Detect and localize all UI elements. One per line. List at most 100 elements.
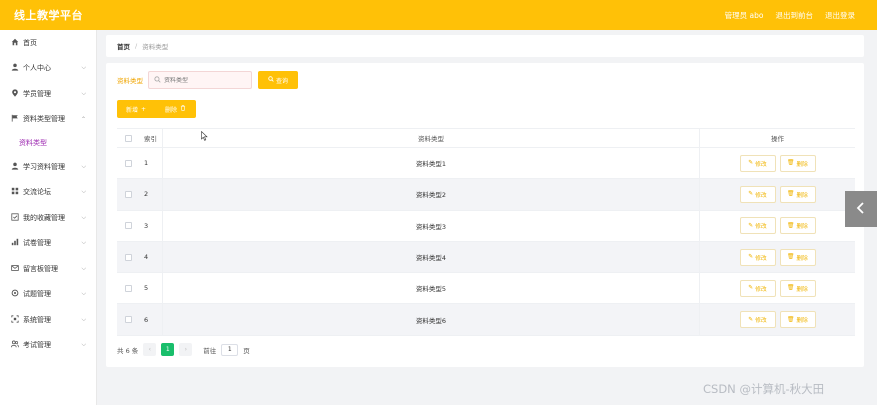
delete-button[interactable]: 🗑︎ 删除	[779, 154, 816, 172]
prev-page-button[interactable]: ‹	[143, 343, 157, 356]
current-user-label: 管理员 abo	[724, 10, 764, 20]
delete-button[interactable]: 🗑︎ 删除	[779, 248, 816, 266]
breadcrumb-separator: /	[135, 42, 138, 50]
sidebar-item-favorites[interactable]: 我的收藏管理 ⌵	[0, 205, 96, 231]
sidebar-item-label: 试卷管理	[23, 239, 51, 248]
sidebar-item-label: 学习资料管理	[23, 162, 65, 171]
edit-icon: ✎	[748, 191, 754, 198]
frame-icon	[10, 315, 19, 325]
column-header-type: 资料类型	[163, 129, 700, 147]
search-bar: 资料类型 查询	[117, 71, 298, 89]
edit-button-label: 修改	[755, 224, 767, 231]
checkbox-icon	[10, 213, 19, 223]
delete-button-label: 删除	[796, 286, 808, 293]
breadcrumb-home[interactable]: 首页	[117, 41, 130, 51]
goto-page-input[interactable]: 1	[221, 343, 239, 356]
select-all-checkbox[interactable]	[124, 134, 132, 142]
users-icon	[10, 340, 19, 350]
edit-button[interactable]: ✎ 修改	[739, 279, 776, 297]
pagination-total: 共 6 条	[117, 346, 139, 355]
sidebar-subitem-material-type[interactable]: 资料类型	[0, 132, 96, 154]
sidebar-item-students[interactable]: 学员管理 ⌵	[0, 81, 96, 107]
trash-icon: 🗑︎	[787, 222, 795, 229]
breadcrumb: 首页 / 资料类型	[106, 35, 864, 57]
delete-button[interactable]: 🗑︎ 删除	[779, 279, 816, 297]
row-checkbox[interactable]	[124, 190, 132, 198]
sidebar-item-system[interactable]: 系统管理 ⌵	[0, 307, 96, 333]
delete-button[interactable]: 🗑︎ 删除	[779, 217, 816, 235]
trash-icon: 🗑︎	[787, 285, 795, 292]
sidebar-item-messages[interactable]: 留言板管理 ⌵	[0, 256, 96, 282]
row-checkbox[interactable]	[124, 253, 132, 261]
table-row: 3 资料类型3 ✎ 修改 🗑︎ 删除	[117, 210, 855, 242]
table-row: 1 资料类型1 ✎ 修改 🗑︎ 删除	[117, 148, 855, 180]
chevron-down-icon: ⌵	[81, 315, 86, 323]
page-number-button[interactable]: 1	[161, 343, 175, 356]
batch-delete-button[interactable]: 删除	[155, 100, 196, 118]
edit-icon: ✎	[748, 316, 754, 323]
sidebar-item-forum[interactable]: 交流论坛 ⌵	[0, 180, 96, 206]
edit-button[interactable]: ✎ 修改	[739, 248, 776, 266]
edit-button-label: 修改	[755, 255, 767, 262]
trash-icon: 🗑︎	[787, 254, 795, 261]
goto-label: 前往	[203, 346, 217, 355]
edit-icon: ✎	[748, 222, 754, 229]
sidebar-item-exams[interactable]: 考试管理 ⌵	[0, 333, 96, 359]
sidebar-item-label: 个人中心	[23, 64, 51, 73]
sidebar-item-material-type[interactable]: 资料类型管理 ⌃	[0, 107, 96, 133]
search-icon	[268, 76, 274, 84]
main-content: 首页 / 资料类型 资料类型 查询 新增 +	[106, 35, 864, 367]
side-collapse-tab[interactable]	[845, 191, 877, 227]
search-label: 资料类型	[117, 77, 143, 85]
row-index: 1	[139, 148, 163, 179]
delete-button[interactable]: 🗑︎ 删除	[779, 185, 816, 203]
logout-link[interactable]: 退出登录	[825, 10, 855, 21]
table-header-row: 索引 资料类型 操作	[117, 128, 855, 148]
delete-button-label: 删除	[796, 224, 808, 231]
back-to-frontend-link[interactable]: 退出到前台	[776, 10, 814, 21]
search-button-label: 查询	[275, 77, 288, 85]
plus-icon: +	[140, 105, 147, 113]
sidebar-item-home[interactable]: 首页	[0, 30, 96, 56]
sidebar-item-profile[interactable]: 个人中心 ⌵	[0, 56, 96, 82]
delete-button-label: 删除	[796, 255, 808, 262]
column-header-actions: 操作	[771, 135, 784, 143]
edit-button[interactable]: ✎ 修改	[739, 311, 776, 329]
row-checkbox[interactable]	[124, 159, 132, 167]
chevron-down-icon: ⌵	[81, 239, 86, 247]
delete-button-label: 删除	[796, 192, 808, 199]
row-index: 2	[139, 179, 163, 210]
user-icon	[10, 63, 19, 73]
sidebar-item-label: 考试管理	[23, 341, 51, 350]
sidebar-item-label: 首页	[23, 38, 37, 47]
sidebar-item-label: 试题管理	[23, 290, 51, 299]
edit-icon: ✎	[748, 254, 754, 261]
trash-icon: 🗑︎	[787, 160, 795, 167]
add-button[interactable]: 新增 +	[117, 100, 155, 118]
delete-button[interactable]: 🗑︎ 删除	[779, 311, 816, 329]
search-field[interactable]	[148, 71, 252, 89]
row-checkbox[interactable]	[124, 284, 132, 292]
edit-button[interactable]: ✎ 修改	[739, 154, 776, 172]
flag-icon	[10, 114, 19, 124]
top-bar: 线上教学平台 管理员 abo 退出到前台 退出登录	[0, 0, 877, 30]
row-type: 资料类型6	[163, 304, 700, 335]
sidebar-item-questions[interactable]: 试题管理 ⌵	[0, 282, 96, 308]
row-checkbox[interactable]	[124, 316, 132, 324]
edit-button[interactable]: ✎ 修改	[739, 217, 776, 235]
row-checkbox[interactable]	[124, 222, 132, 230]
trash-icon: 🗑︎	[787, 191, 795, 198]
sidebar-item-label: 资料类型管理	[23, 115, 65, 124]
sidebar-item-papers[interactable]: 试卷管理 ⌵	[0, 231, 96, 257]
chevron-down-icon: ⌵	[81, 188, 86, 196]
search-button[interactable]: 查询	[258, 71, 298, 89]
row-type: 资料类型2	[163, 179, 700, 210]
sidebar-item-learning-material[interactable]: 学习资料管理 ⌵	[0, 154, 96, 180]
mail-icon	[10, 264, 19, 274]
row-index: 3	[139, 210, 163, 241]
search-input[interactable]	[164, 76, 249, 84]
next-page-button[interactable]: ›	[179, 343, 193, 356]
edit-button[interactable]: ✎ 修改	[739, 185, 776, 203]
row-index: 5	[139, 273, 163, 304]
row-type: 资料类型1	[163, 148, 700, 179]
